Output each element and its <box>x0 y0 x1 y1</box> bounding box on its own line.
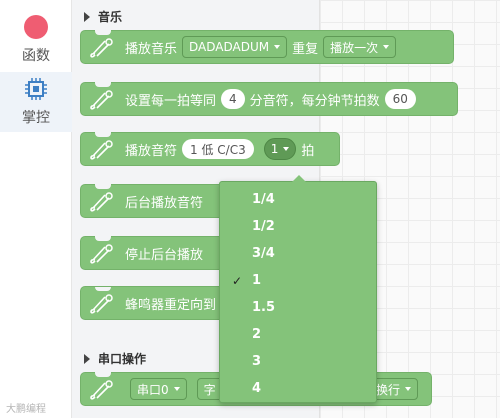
beat-unit-label: 拍 <box>301 143 315 159</box>
note-input[interactable]: 1 低 C/C3 <box>182 139 254 159</box>
category-functions-label: 函数 <box>22 48 50 64</box>
play-music-label: 播放音乐 <box>125 41 178 57</box>
block-set-tempo[interactable]: 设置每一拍等同 4 分音符，每分钟节拍数 60 <box>80 82 458 116</box>
block-play-music[interactable]: 播放音乐 DADADADUM 重复 播放一次 <box>80 30 454 64</box>
beats-dropdown-menu: 1/4 1/2 3/4 ✓ 1 1.5 2 3 4 <box>219 175 377 403</box>
play-background-label: 后台播放音符 <box>125 195 204 211</box>
set-tempo-label-2: 分音符，每分钟节拍数 <box>249 93 380 109</box>
serial-port-dropdown[interactable]: 串口0 <box>130 378 187 400</box>
music-note-icon <box>90 192 113 212</box>
beat-value-input[interactable]: 4 <box>221 89 245 109</box>
menu-option-3-4[interactable]: 3/4 <box>220 240 376 267</box>
block-play-note[interactable]: 播放音符 1 低 C/C3 1 拍 <box>80 132 340 166</box>
buzzer-redirect-label: 蜂鸣器重定向到 <box>125 297 217 313</box>
music-note-icon <box>90 244 113 264</box>
expand-triangle-icon <box>84 353 90 364</box>
category-functions[interactable]: 函数 <box>0 10 72 70</box>
melody-dropdown[interactable]: DADADADUM <box>182 36 288 58</box>
menu-option-3[interactable]: 3 <box>220 348 376 375</box>
beats-dropdown[interactable]: 1 <box>263 138 297 160</box>
section-music-title[interactable]: 音乐 <box>84 8 122 25</box>
function-dot-icon <box>24 15 48 39</box>
menu-option-1-2[interactable]: 1/2 <box>220 213 376 240</box>
music-note-icon <box>90 380 113 400</box>
music-note-icon <box>90 140 113 160</box>
chip-icon <box>25 78 47 100</box>
stop-background-label: 停止后台播放 <box>125 247 204 263</box>
menu-option-4[interactable]: 4 <box>220 375 376 402</box>
chevron-down-icon <box>173 387 180 391</box>
menu-option-2[interactable]: 2 <box>220 321 376 348</box>
chevron-down-icon <box>274 45 281 49</box>
bpm-input[interactable]: 60 <box>384 89 416 109</box>
music-note-icon <box>90 90 113 110</box>
set-tempo-label-1: 设置每一拍等同 <box>125 93 217 109</box>
section-serial-title[interactable]: 串口操作 <box>84 350 146 367</box>
play-note-label: 播放音符 <box>125 143 178 159</box>
play-mode-dropdown[interactable]: 播放一次 <box>323 36 397 58</box>
check-icon: ✓ <box>232 273 243 288</box>
chevron-down-icon <box>383 45 390 49</box>
menu-option-1-4[interactable]: 1/4 <box>220 186 376 213</box>
music-note-icon <box>90 38 113 58</box>
category-sidebar: 函数 掌控 <box>0 0 72 418</box>
chevron-down-icon <box>405 387 411 391</box>
chevron-down-icon <box>283 147 290 151</box>
repeat-label: 重复 <box>292 41 319 57</box>
category-control[interactable]: 掌控 <box>0 72 72 132</box>
menu-option-1[interactable]: ✓ 1 <box>220 267 376 294</box>
category-control-label: 掌控 <box>22 110 50 126</box>
menu-option-1-5[interactable]: 1.5 <box>220 294 376 321</box>
expand-triangle-icon <box>84 11 90 22</box>
watermark: 大鹏编程 <box>6 404 46 415</box>
music-note-icon <box>90 294 113 314</box>
